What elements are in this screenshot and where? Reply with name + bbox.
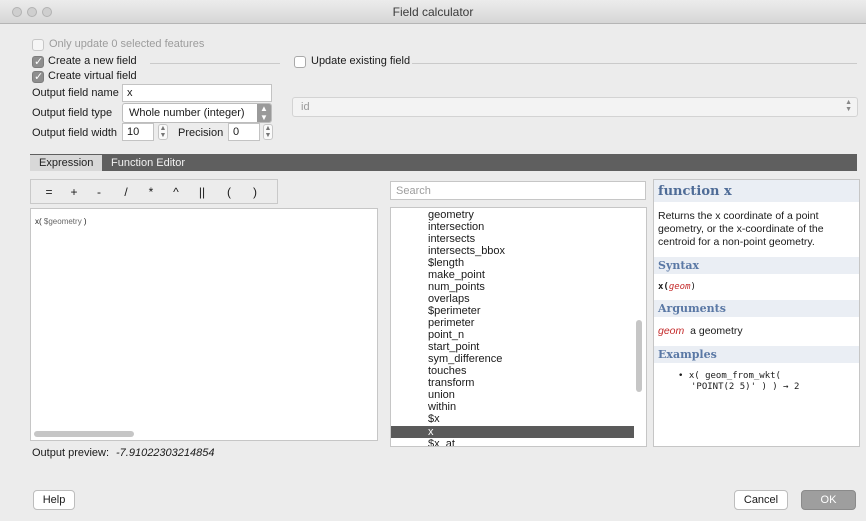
help-panel: function x Returns the x coordinate of a… [653, 179, 860, 447]
help-argument-row: geom a geometry [658, 325, 856, 338]
create-new-separator [150, 63, 280, 64]
output-preview-label: Output preview: [32, 447, 110, 459]
create-virtual-field-label: Create virtual field [48, 70, 137, 82]
existing-field-select[interactable]: id ▲ ▼ [292, 97, 858, 117]
list-item[interactable]: sym_difference [391, 353, 634, 365]
tab-expression[interactable]: Expression [30, 155, 103, 171]
update-existing-separator [412, 63, 857, 64]
output-preview-value: -7.91022303214854 [116, 447, 215, 459]
output-field-type-label: Output field type [32, 107, 113, 119]
syntax-close: ) [690, 282, 696, 292]
help-arguments-heading: Arguments [654, 300, 859, 317]
list-item[interactable]: start_point [391, 341, 634, 353]
title-bar: Field calculator [0, 0, 866, 24]
operator-equals-button[interactable]: = [40, 183, 58, 201]
list-item[interactable]: $x [391, 413, 634, 425]
help-button[interactable]: Help [33, 490, 75, 510]
width-spinner[interactable]: ▲ ▼ [158, 124, 168, 140]
existing-field-value: id [301, 101, 310, 113]
editor-horizontal-scrollbar[interactable] [34, 431, 134, 437]
list-item[interactable]: perimeter [391, 317, 634, 329]
argument-name: geom [658, 325, 685, 337]
example-line-2: 'POINT(2 5)' ) ) → 2 [691, 382, 800, 392]
output-field-name-label: Output field name [32, 87, 119, 99]
tab-function-editor[interactable]: Function Editor [102, 155, 194, 171]
operator-power-button[interactable]: ^ [167, 183, 185, 201]
function-list[interactable]: geometry intersection intersects interse… [390, 207, 647, 447]
only-update-checkbox[interactable] [32, 39, 44, 51]
list-item[interactable]: overlaps [391, 293, 634, 305]
list-item[interactable]: intersects [391, 233, 634, 245]
update-existing-label: Update existing field [311, 55, 411, 67]
cancel-button[interactable]: Cancel [734, 490, 788, 510]
output-field-name-input[interactable]: x [122, 84, 272, 102]
list-item[interactable]: $x_at [391, 438, 634, 446]
operator-concat-button[interactable]: || [193, 183, 211, 201]
output-field-type-select[interactable]: Whole number (integer) ▲ ▼ [122, 103, 272, 123]
operator-multiply-button[interactable]: * [142, 183, 160, 201]
syntax-argument: geom [668, 282, 691, 292]
chevron-updown-icon: ▲ ▼ [845, 99, 852, 113]
expression-argument: $geometry [41, 217, 84, 226]
list-item[interactable]: intersection [391, 221, 634, 233]
precision-input[interactable]: 0 [228, 123, 260, 141]
create-virtual-field-checkbox[interactable] [32, 70, 44, 83]
precision-spinner[interactable]: ▲ ▼ [263, 124, 273, 140]
function-search-input[interactable]: Search [390, 181, 646, 200]
argument-description: a geometry [690, 325, 743, 337]
help-syntax-heading: Syntax [654, 257, 859, 274]
list-item-selected[interactable]: x [391, 426, 634, 438]
list-item[interactable]: make_point [391, 269, 634, 281]
only-update-label: Only update 0 selected features [49, 38, 205, 50]
list-item[interactable]: geometry [391, 209, 634, 221]
operator-minus-button[interactable]: - [90, 183, 108, 201]
list-item[interactable]: $perimeter [391, 305, 634, 317]
help-title: function x [654, 180, 859, 202]
function-list-scrollbar[interactable] [636, 320, 642, 392]
expression-close-paren: ) [83, 217, 87, 226]
tab-bar: Expression Function Editor [30, 154, 857, 171]
create-new-field-label: Create a new field [48, 55, 137, 67]
help-description: Returns the x coordinate of a point geom… [658, 210, 824, 248]
expression-text: x( $geometry ) [35, 217, 87, 226]
precision-label: Precision [178, 127, 224, 139]
list-item[interactable]: num_points [391, 281, 634, 293]
expression-editor[interactable]: x( $geometry ) [30, 208, 378, 441]
list-item[interactable]: union [391, 389, 634, 401]
operator-toolbar: = + - / * ^ || ( ) [30, 179, 278, 204]
update-existing-checkbox[interactable] [294, 56, 306, 68]
list-item[interactable]: point_n [391, 329, 634, 341]
output-field-width-input[interactable]: 10 [122, 123, 154, 141]
help-example: • x( geom_from_wkt( 'POINT(2 5)' ) ) → 2 [678, 371, 853, 393]
list-item[interactable]: touches [391, 365, 634, 377]
list-item[interactable]: $length [391, 257, 634, 269]
list-item[interactable]: within [391, 401, 634, 413]
operator-open-paren-button[interactable]: ( [220, 183, 238, 201]
help-examples-heading: Examples [654, 346, 859, 363]
chevron-updown-icon: ▲ ▼ [257, 104, 271, 122]
syntax-function: x( [658, 282, 669, 292]
ok-button[interactable]: OK [801, 490, 856, 510]
list-item[interactable]: transform [391, 377, 634, 389]
operator-plus-button[interactable]: + [65, 183, 83, 201]
window-title: Field calculator [392, 5, 474, 19]
output-field-type-value: Whole number (integer) [129, 107, 245, 119]
expression-function: x( [35, 217, 42, 226]
list-item[interactable]: intersects_bbox [391, 245, 634, 257]
operator-close-paren-button[interactable]: ) [246, 183, 264, 201]
output-field-width-label: Output field width [32, 127, 117, 139]
create-new-field-checkbox[interactable] [32, 55, 44, 68]
example-line-1: • x( geom_from_wkt( [678, 371, 781, 381]
operator-divide-button[interactable]: / [117, 183, 135, 201]
help-syntax: x(geom) [658, 281, 856, 294]
